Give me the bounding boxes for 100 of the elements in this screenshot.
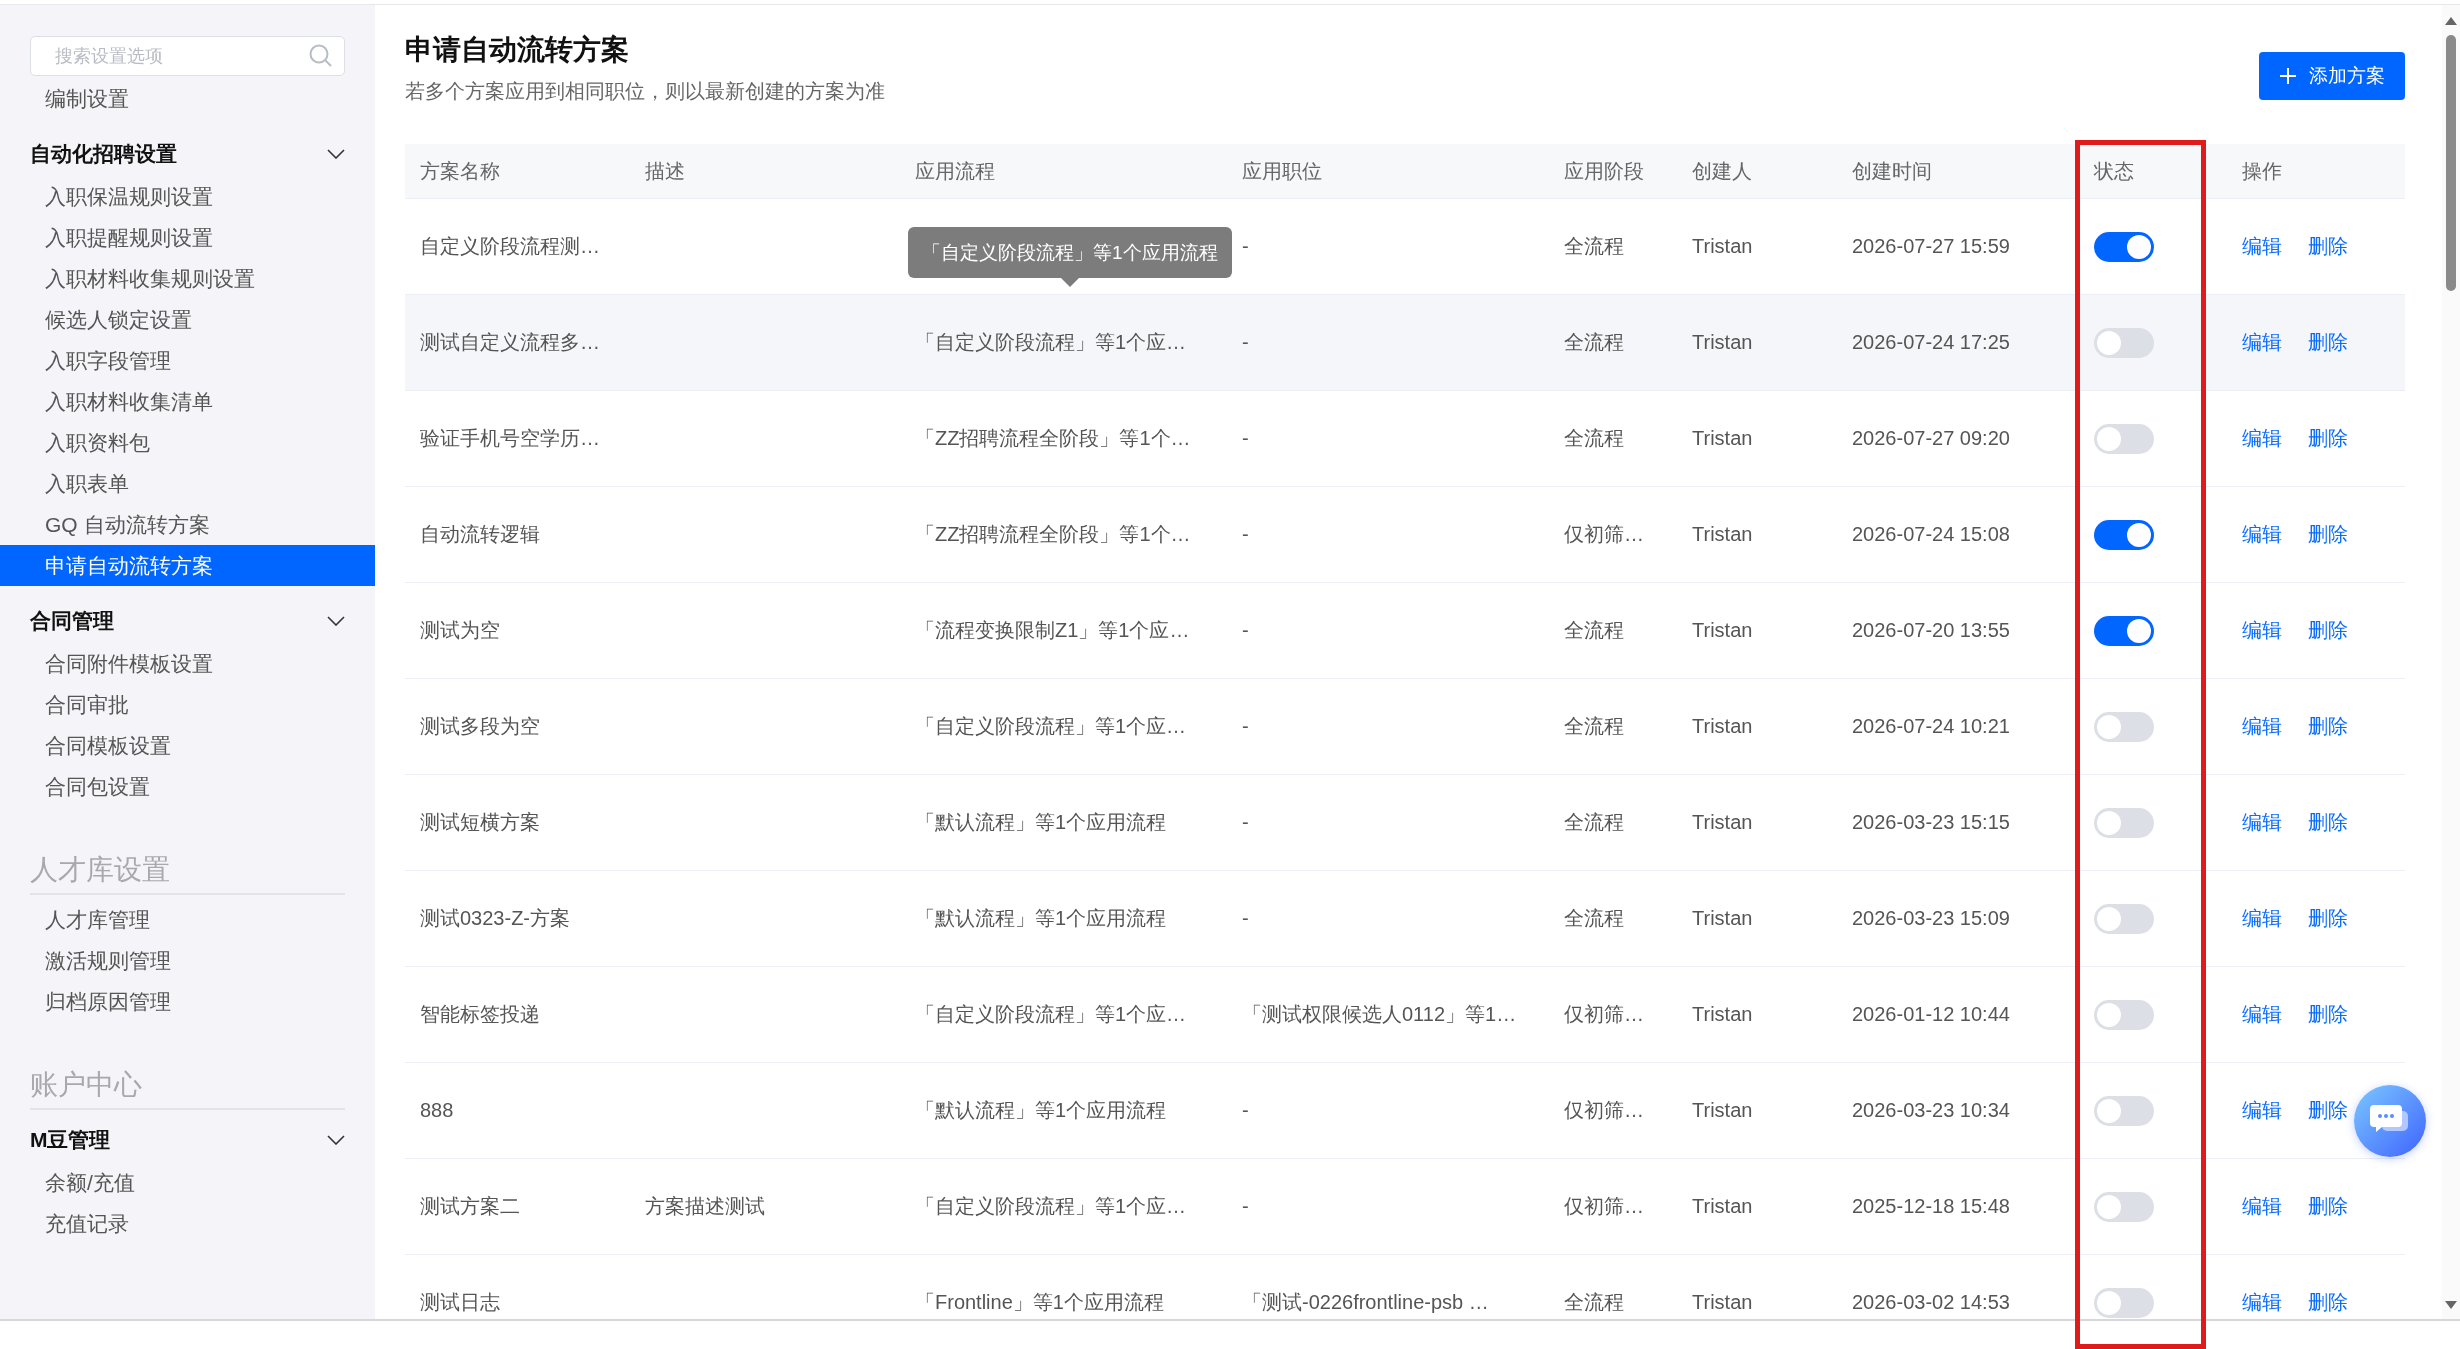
status-toggle[interactable] xyxy=(2094,519,2154,550)
status-toggle[interactable] xyxy=(2094,231,2154,262)
table-cell-text: 2026-07-27 09:20 xyxy=(1851,427,2010,450)
table-cell-text: 「测试权限候选人0112」等1… xyxy=(1241,1002,1517,1027)
delete-link[interactable]: 删除 xyxy=(2308,1097,2348,1124)
sidebar-item[interactable]: 编制设置 xyxy=(0,78,375,119)
edit-link[interactable]: 编辑 xyxy=(2242,713,2282,740)
table-cell-text: - xyxy=(1241,331,1249,354)
search-icon[interactable] xyxy=(308,43,334,69)
sidebar-item[interactable]: 入职提醒规则设置 xyxy=(0,217,375,258)
edit-link[interactable]: 编辑 xyxy=(2242,617,2282,644)
table-cell-text: 测试自定义流程多… xyxy=(419,330,600,355)
status-toggle[interactable] xyxy=(2094,1095,2154,1126)
table-row[interactable]: 测试自定义流程多… 「自定义阶段流程」等1个应… - 全流程 Tristan 2026-07-24 17:25 编辑 删除 xyxy=(405,295,2405,391)
delete-link[interactable]: 删除 xyxy=(2308,1001,2348,1028)
add-plan-button[interactable]: 添加方案 xyxy=(2259,52,2405,100)
table-cell-text: Tristan xyxy=(1691,907,1753,930)
status-toggle[interactable] xyxy=(2094,999,2154,1030)
table-cell-text: 全流程 xyxy=(1563,330,1624,355)
sidebar-item[interactable]: 归档原因管理 xyxy=(0,981,375,1022)
sidebar-item[interactable]: 入职字段管理 xyxy=(0,340,375,381)
column-header: 操作 xyxy=(2241,158,2282,184)
table-cell-text: - xyxy=(1241,907,1249,930)
table-cell-text: 仅初筛… xyxy=(1563,522,1644,547)
sidebar-item[interactable]: 人才库管理 xyxy=(0,899,375,940)
group-toggle[interactable]: 自动化招聘设置 xyxy=(0,132,375,176)
tooltip: 「自定义阶段流程」等1个应用流程 xyxy=(908,227,1232,287)
group-toggle[interactable]: M豆管理 xyxy=(0,1118,375,1162)
scroll-up-icon[interactable] xyxy=(2445,17,2457,25)
sidebar-item[interactable]: 入职表单 xyxy=(0,463,375,504)
edit-link[interactable]: 编辑 xyxy=(2242,1289,2282,1316)
sidebar-item[interactable]: 激活规则管理 xyxy=(0,940,375,981)
column-header: 应用职位 xyxy=(1241,158,1322,184)
edit-link[interactable]: 编辑 xyxy=(2242,1193,2282,1220)
scrollbar-thumb[interactable] xyxy=(2446,35,2456,291)
sidebar-item[interactable]: 余额/充值 xyxy=(0,1162,375,1203)
sidebar-item[interactable]: 入职资料包 xyxy=(0,422,375,463)
search-field[interactable]: 搜索设置选项 xyxy=(53,36,308,76)
scrollbar[interactable] xyxy=(2442,5,2460,1319)
sidebar-item[interactable]: 充值记录 xyxy=(0,1203,375,1244)
status-toggle[interactable] xyxy=(2094,1287,2154,1318)
table-cell-text: Tristan xyxy=(1691,1195,1753,1218)
table-cell-text: 测试日志 xyxy=(419,1290,500,1315)
table-cell-text: 仅初筛… xyxy=(1563,1194,1644,1219)
status-toggle[interactable] xyxy=(2094,327,2154,358)
table-cell-text: Tristan xyxy=(1691,811,1753,834)
table-cell-text: 全流程 xyxy=(1563,810,1624,835)
table-cell-text: 全流程 xyxy=(1563,1290,1624,1315)
status-toggle[interactable] xyxy=(2094,423,2154,454)
delete-link[interactable]: 删除 xyxy=(2308,617,2348,644)
status-toggle[interactable] xyxy=(2094,1191,2154,1222)
table-cell-text: 「流程变换限制Z1」等1个应… xyxy=(914,618,1190,643)
group-toggle[interactable]: 合同管理 xyxy=(0,599,375,643)
delete-link[interactable]: 删除 xyxy=(2308,329,2348,356)
edit-link[interactable]: 编辑 xyxy=(2242,233,2282,260)
page-subtitle: 若多个方案应用到相同职位，则以最新创建的方案为准 xyxy=(405,79,885,104)
sidebar-item[interactable]: 合同包设置 xyxy=(0,766,375,807)
edit-link[interactable]: 编辑 xyxy=(2242,521,2282,548)
delete-link[interactable]: 删除 xyxy=(2308,521,2348,548)
sidebar-item[interactable]: 候选人锁定设置 xyxy=(0,299,375,340)
delete-link[interactable]: 删除 xyxy=(2308,1193,2348,1220)
table-cell-text: Tristan xyxy=(1691,715,1753,738)
chevron-down-icon xyxy=(327,149,345,159)
chevron-down-icon xyxy=(327,616,345,626)
sidebar-item[interactable]: 入职材料收集规则设置 xyxy=(0,258,375,299)
edit-link[interactable]: 编辑 xyxy=(2242,905,2282,932)
edit-link[interactable]: 编辑 xyxy=(2242,809,2282,836)
sidebar-item[interactable]: 入职保温规则设置 xyxy=(0,176,375,217)
scroll-down-icon[interactable] xyxy=(2445,1301,2457,1309)
sidebar-item[interactable]: 合同附件模板设置 xyxy=(0,643,375,684)
table-cell-text: Tristan xyxy=(1691,619,1753,642)
search-box[interactable]: 搜索设置选项 xyxy=(30,36,345,76)
delete-link[interactable]: 删除 xyxy=(2308,233,2348,260)
table-cell-text: 测试方案二 xyxy=(419,1194,520,1219)
section-title: 账户中心 xyxy=(30,1062,345,1110)
sidebar-item[interactable]: 合同审批 xyxy=(0,684,375,725)
table-cell-text: 2026-03-23 15:15 xyxy=(1851,811,2010,834)
status-toggle[interactable] xyxy=(2094,807,2154,838)
table-cell-text: - xyxy=(1241,427,1249,450)
delete-link[interactable]: 删除 xyxy=(2308,713,2348,740)
sidebar-item[interactable]: 合同模板设置 xyxy=(0,725,375,766)
delete-link[interactable]: 删除 xyxy=(2308,425,2348,452)
edit-link[interactable]: 编辑 xyxy=(2242,425,2282,452)
delete-link[interactable]: 删除 xyxy=(2308,905,2348,932)
sidebar-item[interactable]: 入职材料收集清单 xyxy=(0,381,375,422)
status-toggle[interactable] xyxy=(2094,615,2154,646)
table-cell-text: 全流程 xyxy=(1563,714,1624,739)
edit-link[interactable]: 编辑 xyxy=(2242,1001,2282,1028)
delete-link[interactable]: 删除 xyxy=(2308,809,2348,836)
delete-link[interactable]: 删除 xyxy=(2308,1289,2348,1316)
sidebar-item[interactable]: 申请自动流转方案 xyxy=(0,545,375,586)
status-toggle[interactable] xyxy=(2094,903,2154,934)
sidebar-item[interactable]: GQ 自动流转方案 xyxy=(0,504,375,545)
table-cell-text: 2026-07-24 15:08 xyxy=(1851,523,2010,546)
edit-link[interactable]: 编辑 xyxy=(2242,329,2282,356)
status-toggle[interactable] xyxy=(2094,711,2154,742)
column-header: 描述 xyxy=(644,158,685,184)
table-cell-text: 仅初筛… xyxy=(1563,1002,1644,1027)
table-cell-text: Tristan xyxy=(1691,427,1753,450)
edit-link[interactable]: 编辑 xyxy=(2242,1097,2282,1124)
